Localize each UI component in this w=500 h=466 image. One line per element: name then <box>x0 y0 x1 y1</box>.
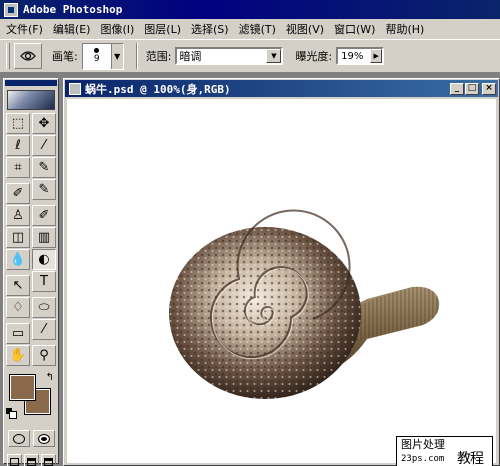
brush-tip-icon <box>94 48 100 53</box>
healing-brush-tool-icon[interactable]: ✐ <box>6 183 30 204</box>
brush-label: 画笔: <box>52 50 78 63</box>
watermark: 图片处理 23ps.com 教程网 <box>396 436 493 466</box>
exposure-label: 曝光度: <box>295 50 333 63</box>
eraser-tool-icon[interactable]: ◫ <box>6 227 30 248</box>
menu-item-4[interactable]: 选择(S) <box>188 21 236 37</box>
chevron-right-icon[interactable]: ▶ <box>370 49 383 63</box>
menu-item-7[interactable]: 窗口(W) <box>331 21 382 37</box>
notes-tool-icon[interactable]: ▭ <box>6 323 30 344</box>
adobe-online-logo[interactable] <box>7 90 55 110</box>
range-select-value: 暗调 <box>179 50 202 63</box>
document-title: 蜗牛.psd @ 100%(身,RGB) <box>85 82 231 96</box>
mask-modes <box>4 430 58 447</box>
brush-picker[interactable]: 9 ▼ <box>81 42 124 70</box>
full-screen-mode-button[interactable] <box>40 454 56 466</box>
marquee-tool-icon[interactable]: ⬚ <box>6 113 30 134</box>
menu-item-0[interactable]: 文件(F) <box>3 21 50 37</box>
menu-item-1[interactable]: 编辑(E) <box>50 21 98 37</box>
quick-mask-mode-button[interactable] <box>32 430 55 447</box>
snail-shell-texture <box>169 227 361 399</box>
document-titlebar[interactable]: 蜗牛.psd @ 100%(身,RGB) _ □ × <box>65 80 498 97</box>
slice-tool-icon[interactable]: ✎ <box>32 157 56 178</box>
menu-bar: 文件(F) 编辑(E) 图像(I) 图层(L) 选择(S) 滤镜(T) 视图(V) 窗口(W)… <box>0 19 500 39</box>
options-bar: 画笔: 9 ▼ 范围: 暗调 ▼ 曝光度: 19% ▶ <box>0 39 500 73</box>
color-swatches: ↰ <box>6 372 56 420</box>
tool-preset-picker[interactable] <box>14 43 42 69</box>
blur-tool-icon[interactable]: 💧 <box>6 249 30 270</box>
type-tool-icon[interactable]: T <box>32 271 56 292</box>
gradient-tool-icon[interactable]: ▥ <box>32 227 56 248</box>
snail-illustration <box>169 209 440 399</box>
swap-colors-icon[interactable]: ↰ <box>46 372 54 383</box>
exposure-field[interactable]: 19% ▶ <box>336 47 385 65</box>
app-titlebar: Adobe Photoshop <box>0 0 500 19</box>
exposure-value: 19% <box>341 50 364 62</box>
options-bar-grip[interactable] <box>6 43 10 69</box>
close-button[interactable]: × <box>482 82 496 95</box>
brush-size: 9 <box>93 54 100 64</box>
chevron-down-icon[interactable]: ▼ <box>110 43 123 69</box>
photoshop-app-icon <box>4 2 18 17</box>
menu-item-3[interactable]: 图层(L) <box>141 21 188 37</box>
tool-grid: ⬚ ✥ ℓ ⁄ ⌗ ✎ ✐ ✎ ♙ ✐ ◫ ▥ 💧 ◐ ↖ T ♢ ⬭ ▭ ⁄ ✋ ⚲ <box>4 113 58 366</box>
toolbox-titlebar[interactable] <box>5 80 57 86</box>
foreground-color-swatch[interactable] <box>9 374 36 401</box>
eyedropper-tool-icon[interactable]: ⁄ <box>32 319 56 340</box>
menu-item-6[interactable]: 视图(V) <box>283 21 331 37</box>
standard-screen-mode-button[interactable] <box>6 454 22 466</box>
ellipse-tool-icon[interactable]: ⬭ <box>32 297 56 318</box>
dodge-tool-icon <box>20 51 36 61</box>
lasso-tool-icon[interactable]: ℓ <box>6 135 30 156</box>
magic-wand-tool-icon[interactable]: ⁄ <box>32 135 56 156</box>
pen-tool-icon[interactable]: ♢ <box>6 297 30 318</box>
move-tool-icon[interactable]: ✥ <box>32 113 56 134</box>
brush-preview: 9 <box>83 44 111 69</box>
document-window: 蜗牛.psd @ 100%(身,RGB) _ □ × 图片处理 23ps.com… <box>63 78 500 466</box>
menu-item-5[interactable]: 滤镜(T) <box>236 21 283 37</box>
document-icon <box>69 82 81 95</box>
clone-stamp-tool-icon[interactable]: ♙ <box>6 205 30 226</box>
crop-tool-icon[interactable]: ⌗ <box>6 157 30 178</box>
document-canvas[interactable]: 图片处理 23ps.com 教程网 <box>67 99 496 466</box>
menu-item-8[interactable]: 帮助(H) <box>382 21 431 37</box>
chevron-down-icon[interactable]: ▼ <box>266 49 282 63</box>
dodge-tool-icon[interactable]: ◐ <box>32 249 56 270</box>
standard-mode-button[interactable] <box>7 430 30 447</box>
divider <box>135 43 138 69</box>
app-title: Adobe Photoshop <box>23 3 123 16</box>
watermark-line-3: 教程网 <box>457 451 484 466</box>
range-select[interactable]: 暗调 ▼ <box>175 47 284 65</box>
brush-tool-icon[interactable]: ✎ <box>32 179 56 200</box>
range-label: 范围: <box>145 50 172 63</box>
maximize-button[interactable]: □ <box>465 82 479 95</box>
default-colors-icon[interactable] <box>6 408 17 419</box>
zoom-tool-icon[interactable]: ⚲ <box>32 345 56 366</box>
screen-modes <box>4 454 58 466</box>
minimize-button[interactable]: _ <box>450 82 464 95</box>
watermark-line-2: 23ps.com <box>401 454 445 464</box>
menu-item-2[interactable]: 图像(I) <box>97 21 141 37</box>
hand-tool-icon[interactable]: ✋ <box>6 345 30 366</box>
toolbox: ⬚ ✥ ℓ ⁄ ⌗ ✎ ✐ ✎ ♙ ✐ ◫ ▥ 💧 ◐ ↖ T ♢ ⬭ ▭ ⁄ ✋ ⚲ ↰ <box>3 78 59 466</box>
full-screen-menu-mode-button[interactable] <box>23 454 39 466</box>
history-brush-tool-icon[interactable]: ✐ <box>32 205 56 226</box>
path-selection-tool-icon[interactable]: ↖ <box>6 275 30 296</box>
